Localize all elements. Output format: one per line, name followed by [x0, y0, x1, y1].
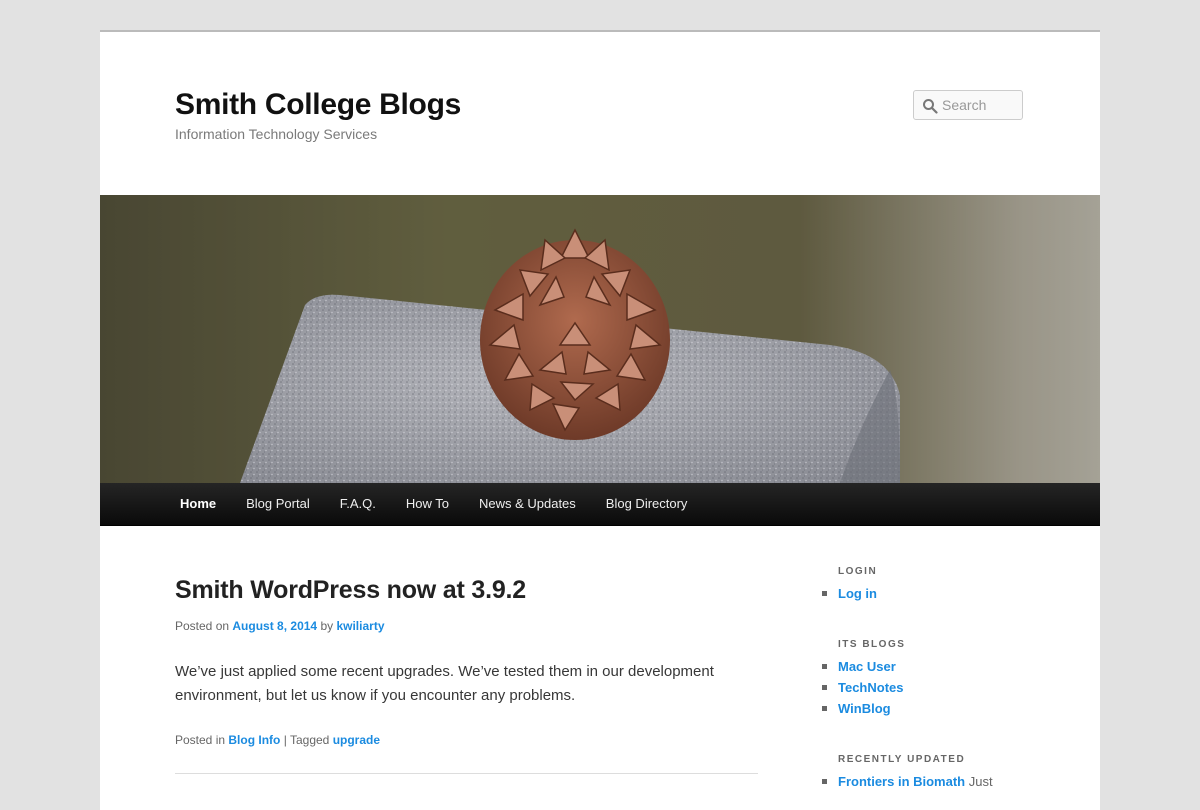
- widget-title-login: LOGIN: [838, 566, 878, 577]
- search-icon: [923, 99, 938, 114]
- site-description: Information Technology Services: [175, 126, 378, 142]
- tagged-label: Tagged: [289, 733, 330, 747]
- login-link[interactable]: Log in: [838, 586, 877, 601]
- footer-separator: |: [283, 733, 287, 747]
- posted-in-label: Posted in: [175, 733, 226, 747]
- post-tag-link[interactable]: upgrade: [333, 733, 380, 747]
- list-item: TechNotes: [822, 677, 904, 698]
- its-blog-link-mac-user[interactable]: Mac User: [838, 659, 896, 674]
- site-title[interactable]: Smith College Blogs: [175, 88, 461, 122]
- nav-item-how-to[interactable]: How To: [391, 483, 464, 525]
- recent-blog-link[interactable]: Frontiers in Biomath: [838, 774, 965, 789]
- its-blog-link-technotes[interactable]: TechNotes: [838, 680, 904, 695]
- list-item: Mac User: [822, 656, 904, 677]
- posted-on-label: Posted on: [175, 619, 230, 633]
- list-item: Frontiers in Biomath Just: [822, 771, 993, 792]
- list-item: WinBlog: [822, 698, 904, 719]
- search-box[interactable]: [913, 90, 1023, 120]
- widget-title-its-blogs: ITS BLOGS: [838, 639, 906, 650]
- login-list: Log in: [822, 583, 877, 604]
- widget-title-recently-updated: RECENTLY UPDATED: [838, 754, 966, 765]
- main-navigation: Home Blog Portal F.A.Q. How To News & Up…: [100, 483, 1100, 526]
- post-date-link[interactable]: August 8, 2014: [232, 619, 317, 633]
- its-blogs-list: Mac User TechNotes WinBlog: [822, 656, 904, 719]
- list-item: Log in: [822, 583, 877, 604]
- nav-item-blog-directory[interactable]: Blog Directory: [591, 483, 703, 525]
- nav-item-news-updates[interactable]: News & Updates: [464, 483, 591, 525]
- post-meta: Posted on August 8, 2014 by kwiliarty: [175, 619, 385, 633]
- post-author-link[interactable]: kwiliarty: [336, 619, 384, 633]
- post-content: We’ve just applied some recent upgrades.…: [175, 663, 714, 704]
- header-banner-image: [100, 195, 1100, 483]
- recently-updated-list: Frontiers in Biomath Just: [822, 771, 993, 792]
- search-input[interactable]: [942, 97, 1020, 113]
- nav-item-faq[interactable]: F.A.Q.: [325, 483, 391, 525]
- nav-item-blog-portal[interactable]: Blog Portal: [231, 483, 325, 525]
- page-wrapper: Smith College Blogs Information Technolo…: [100, 30, 1100, 810]
- its-blog-link-winblog[interactable]: WinBlog: [838, 701, 891, 716]
- by-label: by: [320, 619, 334, 633]
- post-footer: Posted in Blog Info | Tagged upgrade: [175, 733, 380, 747]
- post-divider: [175, 773, 758, 774]
- post-title[interactable]: Smith WordPress now at 3.9.2: [175, 576, 526, 605]
- post-category-link[interactable]: Blog Info: [228, 733, 280, 747]
- recent-blog-description: Just: [968, 774, 993, 789]
- nav-item-home[interactable]: Home: [165, 483, 231, 525]
